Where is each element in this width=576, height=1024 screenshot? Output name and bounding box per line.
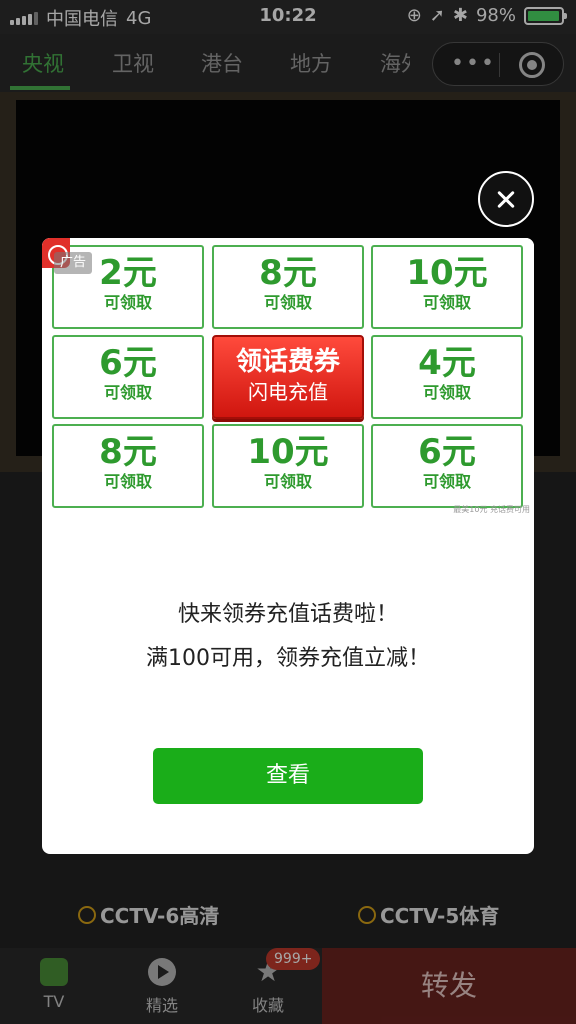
ad-banner[interactable]: 2元 可领取 8元 可领取 10元 可领取 6元 可领取 领话费券 闪电充值 4… <box>42 238 534 516</box>
coupon-sub: 可领取 <box>422 472 471 491</box>
coupon-cell[interactable]: 10元 可领取 <box>212 424 364 508</box>
coupon-amount: 10元 <box>406 253 488 293</box>
coupon-sub: 可领取 <box>422 383 471 402</box>
coupon-sub: 可领取 <box>263 472 312 491</box>
coupon-cell[interactable]: 10元 可领取 <box>371 245 523 329</box>
modal-message-line2: 满100可用，领券充值立减！ <box>146 646 430 671</box>
modal-message-line1: 快来领券充值话费啦！ <box>177 602 398 627</box>
coupon-cell[interactable]: 6元 可领取 <box>52 335 204 419</box>
coupon-sub: 可领取 <box>263 293 312 312</box>
coupon-amount: 4元 <box>418 343 476 383</box>
coupon-amount: 8元 <box>259 253 317 293</box>
coupon-sub: 可领取 <box>103 293 152 312</box>
coupon-amount: 10元 <box>247 432 329 472</box>
claim-coupon-button[interactable]: 领话费券 闪电充值 <box>212 335 364 419</box>
coupon-sub: 可领取 <box>422 293 471 312</box>
coupon-sub: 可领取 <box>103 472 152 491</box>
coupon-cell[interactable]: 4元 可领取 <box>371 335 523 419</box>
coupon-cell[interactable]: 6元 可领取 <box>371 424 523 508</box>
ad-note: 最美10元 充话费可用 <box>453 505 530 514</box>
coupon-amount: 6元 <box>418 432 476 472</box>
ad-label[interactable]: 广告 <box>54 252 93 274</box>
ad-modal: 2元 可领取 8元 可领取 10元 可领取 6元 可领取 领话费券 闪电充值 4… <box>42 238 534 854</box>
coupon-sub: 可领取 <box>103 383 152 402</box>
coupon-amount: 6元 <box>99 343 157 383</box>
claim-coupon-label: 领话费券 <box>235 347 340 377</box>
coupon-cell[interactable]: 8元 可领取 <box>52 424 204 508</box>
coupon-amount: 8元 <box>99 432 157 472</box>
view-button[interactable]: 查看 <box>153 748 423 804</box>
claim-coupon-sub: 闪电充值 <box>248 380 328 404</box>
coupon-cell[interactable]: 8元 可领取 <box>212 245 364 329</box>
close-icon[interactable] <box>478 171 534 227</box>
